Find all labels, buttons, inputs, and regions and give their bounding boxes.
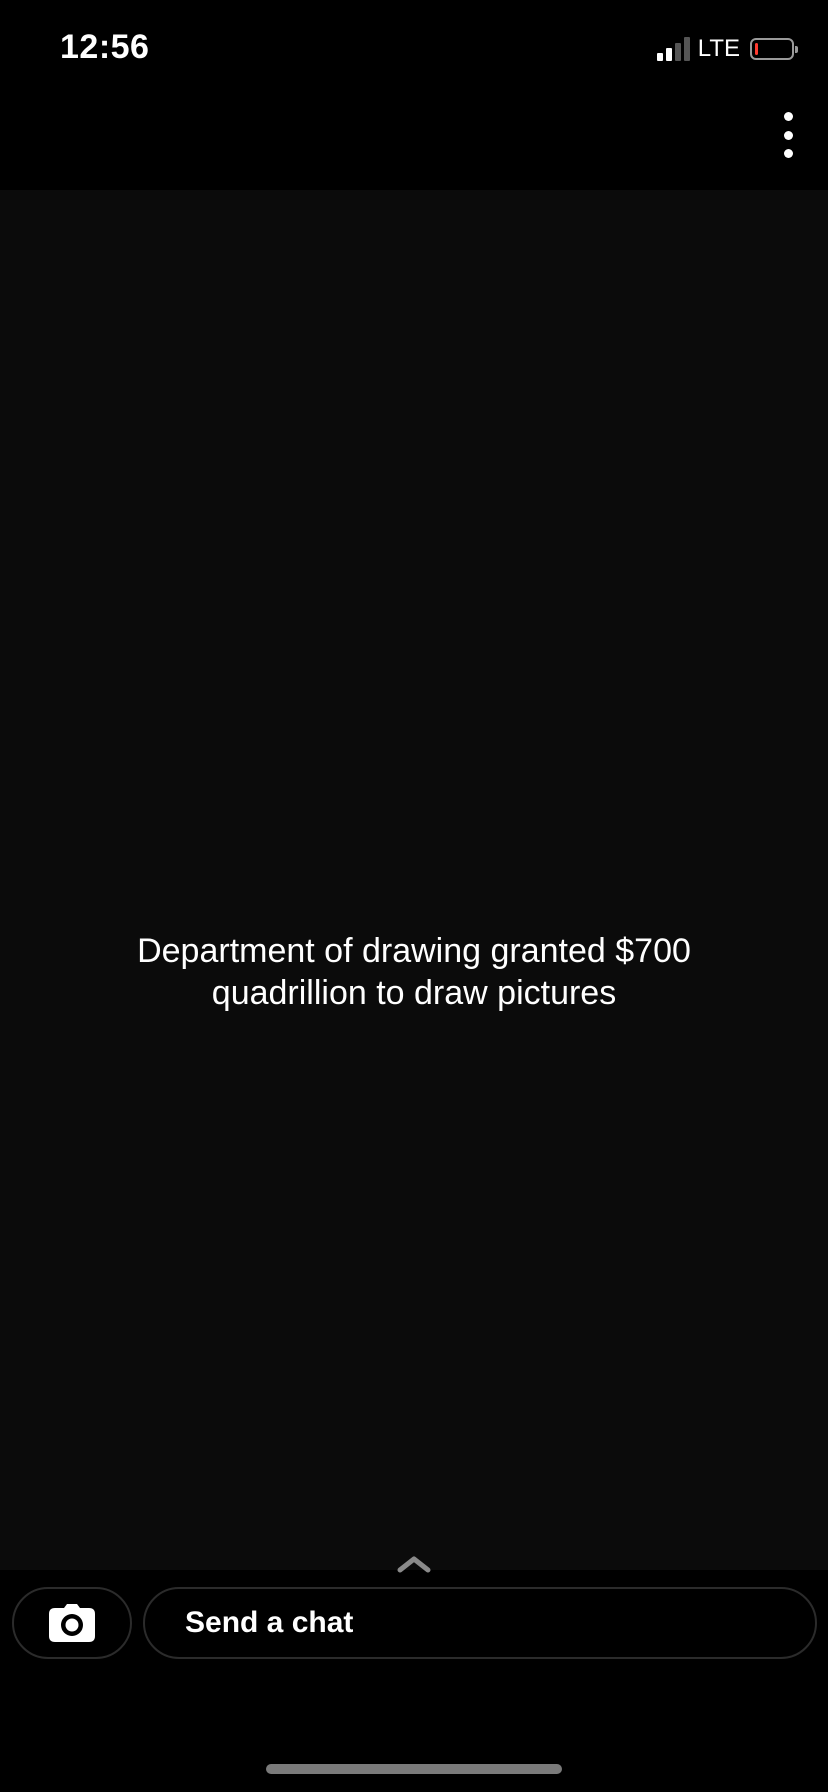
more-options-button[interactable] xyxy=(770,112,806,158)
snap-media[interactable] xyxy=(0,190,828,1570)
camera-button[interactable] xyxy=(12,1587,132,1659)
battery-tip xyxy=(795,46,798,53)
more-vertical-icon-dot xyxy=(783,130,793,140)
signal-bar xyxy=(656,53,663,61)
signal-bar xyxy=(665,48,672,61)
signal-bar xyxy=(683,37,690,61)
chat-input-placeholder: Send a chat xyxy=(185,1606,354,1639)
status-indicators: LTE xyxy=(656,34,798,64)
camera-icon xyxy=(49,1604,95,1642)
more-vertical-icon-dot xyxy=(783,149,793,158)
chat-input[interactable]: Send a chat xyxy=(143,1587,817,1659)
chevron-up-icon[interactable] xyxy=(396,1552,432,1576)
signal-bar xyxy=(674,43,681,61)
snap-caption: Department of drawing granted $700 quadr… xyxy=(137,932,691,1012)
story-viewer-screen: 12:56 LTE Department of drawing granted … xyxy=(0,0,828,1792)
more-vertical-icon xyxy=(783,112,793,121)
home-indicator[interactable] xyxy=(266,1764,562,1774)
network-type: LTE xyxy=(697,35,740,62)
status-time: 12:56 xyxy=(60,28,150,66)
battery-level xyxy=(755,43,758,55)
battery-icon xyxy=(750,38,798,60)
signal-strength-icon xyxy=(656,37,690,61)
